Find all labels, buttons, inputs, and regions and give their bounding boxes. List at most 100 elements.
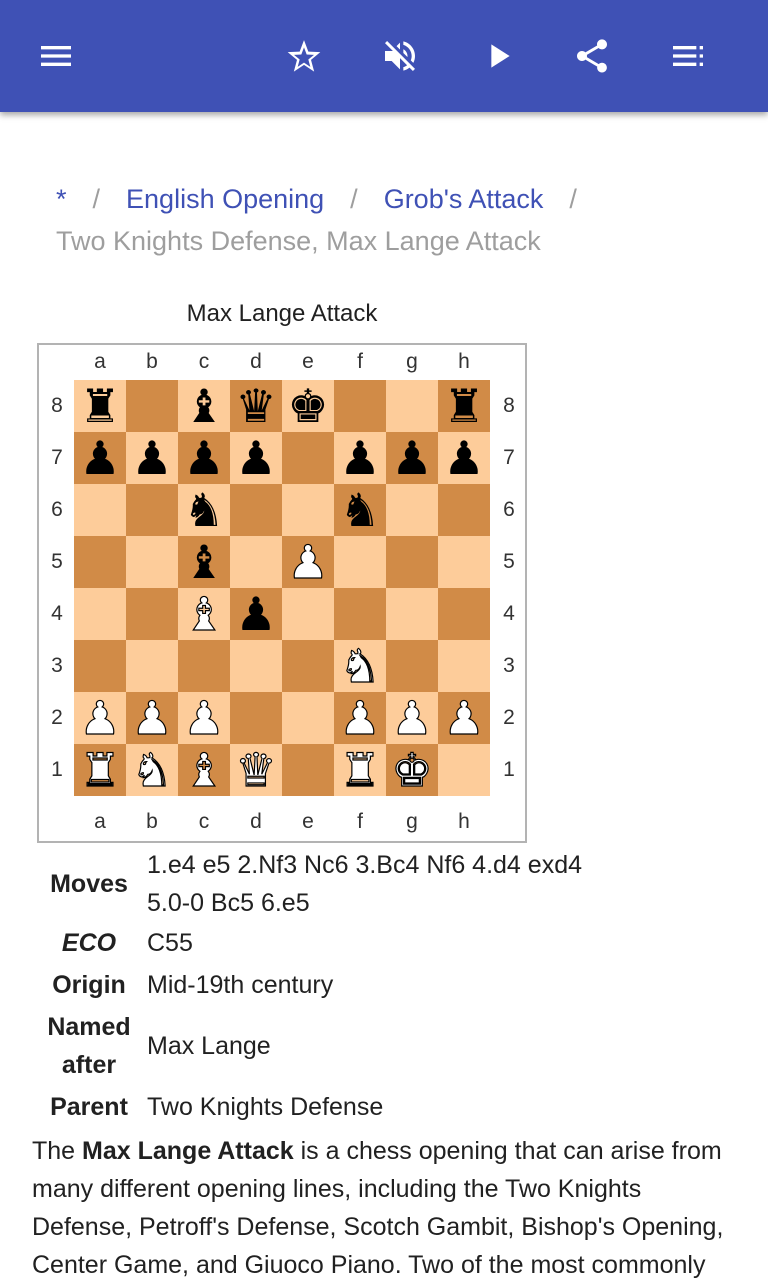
square-b6 (126, 484, 178, 536)
square-a3 (74, 640, 126, 692)
playlist-icon (673, 46, 703, 66)
file-label-a-bottom: a (94, 810, 106, 833)
white-rook-icon: ♜ (79, 743, 121, 797)
white-queen-icon: ♛ (235, 743, 277, 797)
square-d1: ♛ (230, 743, 282, 797)
rank-label-1-left: 1 (51, 758, 63, 781)
file-label-f-bottom: f (357, 810, 363, 833)
named-after-label-line1: Named (47, 1013, 131, 1041)
article-intro-paragraph: The Max Lange Attack is a chess opening … (32, 1132, 742, 1280)
square-e2 (282, 692, 334, 744)
square-a5 (74, 536, 126, 588)
square-f2: ♟ (334, 691, 386, 745)
square-g8 (386, 380, 438, 432)
white-king-icon: ♚ (391, 743, 433, 797)
file-label-c-bottom: c (198, 810, 210, 833)
square-f1: ♜ (334, 743, 386, 797)
moves-label: Moves (50, 870, 128, 898)
eco-label[interactable]: ECO (37, 922, 141, 964)
breadcrumb-current: Two Knights Defense, Max Lange Attack (56, 226, 541, 256)
black-knight-icon: ♞ (183, 483, 225, 537)
square-e5: ♟ (282, 535, 334, 589)
square-c1: ♝ (178, 743, 230, 797)
black-rook-icon: ♜ (79, 379, 121, 433)
square-c2: ♟ (178, 691, 230, 745)
named-after-label-line2: after (61, 1051, 117, 1079)
square-f8 (334, 380, 386, 432)
breadcrumb-separator: / (569, 184, 577, 214)
square-c6: ♞ (178, 484, 230, 536)
breadcrumb-separator: / (350, 184, 358, 214)
square-b7: ♟ (126, 432, 178, 484)
play-button[interactable] (470, 28, 526, 84)
mute-button[interactable] (372, 28, 428, 84)
square-g3 (386, 640, 438, 692)
black-pawn-icon: ♟ (131, 431, 173, 485)
square-a2: ♟ (74, 691, 126, 745)
square-d5 (230, 536, 282, 588)
white-knight-icon: ♞ (131, 743, 173, 797)
square-h3 (438, 640, 490, 692)
black-pawn-icon: ♟ (235, 431, 277, 485)
breadcrumb-english-opening-link[interactable]: English Opening (126, 184, 324, 214)
white-pawn-icon: ♟ (443, 691, 485, 745)
share-button[interactable] (564, 28, 620, 84)
black-pawn-icon: ♟ (391, 431, 433, 485)
volume-off-icon (385, 41, 415, 71)
moves-value: 1.e4 e5 2.Nf3 Nc6 3.Bc4 Nf6 4.d4 exd4 5.… (141, 846, 582, 922)
square-g5 (386, 536, 438, 588)
rank-label-7-right: 7 (503, 446, 515, 469)
file-label-g-top: g (406, 350, 418, 373)
square-h4 (438, 588, 490, 640)
black-pawn-icon: ♟ (235, 587, 277, 641)
menu-button[interactable] (28, 28, 84, 84)
square-d2 (230, 692, 282, 744)
origin-value: Mid-19th century (147, 971, 334, 999)
white-pawn-icon: ♟ (131, 691, 173, 745)
file-label-f-top: f (357, 350, 363, 373)
square-a6 (74, 484, 126, 536)
breadcrumb-home-link[interactable]: * (56, 184, 67, 214)
white-rook-icon: ♜ (339, 743, 381, 797)
square-f7: ♟ (334, 432, 386, 484)
origin-label: Origin (52, 971, 126, 999)
chess-board-squares: ♜ ♝ ♛ ♚ ♜ ♟ ♟ ♟ ♟ ♟ ♟ ♟ ♞ ♞ ♝ ♟ ♝ ♟ ♞ ♟ ♟ ♟ ♟ ♟ ♟ ♜ ♞ ♝ ♛ ♜ ♚ (74, 379, 490, 797)
square-b8 (126, 380, 178, 432)
black-knight-icon: ♞ (339, 483, 381, 537)
contents-button[interactable] (660, 28, 716, 84)
named-after-label: Named after (37, 1006, 141, 1086)
rank-label-5-left: 5 (51, 550, 63, 573)
black-bishop-icon: ♝ (183, 535, 225, 589)
square-a4 (74, 588, 126, 640)
parent-label: Parent (50, 1093, 128, 1121)
file-label-d-bottom: d (250, 810, 262, 833)
star-outline-icon (287, 40, 321, 72)
square-e3 (282, 640, 334, 692)
info-row-parent: Parent Two Knights Defense (37, 1086, 637, 1128)
square-b5 (126, 536, 178, 588)
white-pawn-icon: ♟ (391, 691, 433, 745)
square-g6 (386, 484, 438, 536)
black-pawn-icon: ♟ (339, 431, 381, 485)
white-pawn-icon: ♟ (339, 691, 381, 745)
rank-label-8-right: 8 (503, 394, 515, 417)
square-e4 (282, 588, 334, 640)
file-label-h-top: h (458, 350, 470, 373)
breadcrumb-grobs-attack-link[interactable]: Grob's Attack (384, 184, 544, 214)
black-pawn-icon: ♟ (443, 431, 485, 485)
moves-line-1: 1.e4 e5 2.Nf3 Nc6 3.Bc4 Nf6 4.d4 exd4 (147, 851, 582, 879)
square-e7 (282, 432, 334, 484)
square-b1: ♞ (126, 743, 178, 797)
info-row-named-after: Named after Max Lange (37, 1006, 637, 1086)
white-bishop-icon: ♝ (183, 743, 225, 797)
favorite-button[interactable] (276, 28, 332, 84)
file-label-e-top: e (302, 350, 314, 373)
square-f5 (334, 536, 386, 588)
rank-label-4-right: 4 (503, 602, 515, 625)
info-row-eco: ECO C55 (37, 922, 637, 964)
square-f4 (334, 588, 386, 640)
black-king-icon: ♚ (287, 379, 329, 433)
board-caption: Max Lange Attack (186, 300, 378, 327)
breadcrumb: * / English Opening / Grob's Attack / Two Kni… (56, 178, 736, 262)
square-a8: ♜ (74, 380, 126, 432)
